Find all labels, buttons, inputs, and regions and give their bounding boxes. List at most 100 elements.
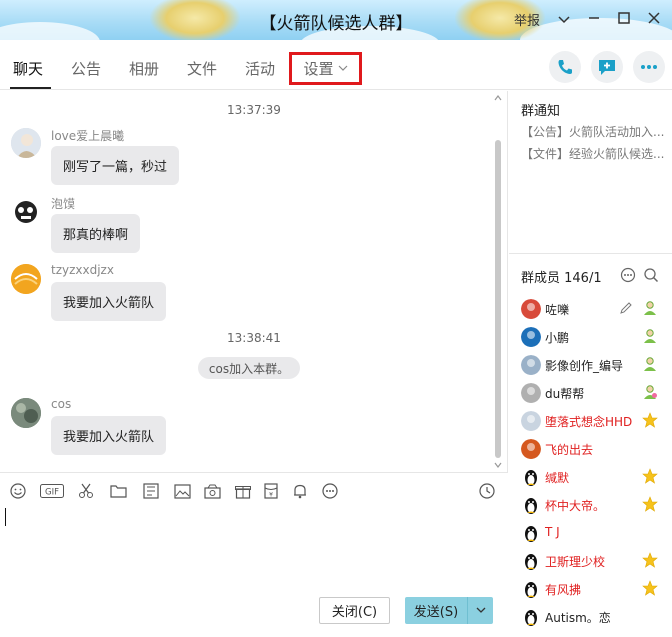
tab-activity[interactable]: 活动	[245, 58, 275, 79]
message-sender: tzyzxxdjzx	[51, 263, 114, 277]
scissors-icon[interactable]	[77, 482, 95, 500]
search-icon[interactable]	[643, 267, 659, 287]
title-bar: 【火箭队候选人群】 举报	[0, 0, 672, 40]
chevron-down-icon	[338, 65, 347, 71]
notice-item[interactable]: 【文件】经验火箭队候选...	[521, 145, 667, 162]
member-avatar	[521, 299, 541, 319]
input-toolbar: GIF ¥	[0, 472, 508, 508]
star-icon	[641, 467, 659, 485]
member-row[interactable]: 咗嚛	[509, 295, 672, 323]
notice-title: 群通知	[521, 104, 561, 119]
member-row[interactable]: 有风拂	[509, 575, 672, 603]
member-avatar	[521, 523, 541, 543]
phone-button[interactable]	[549, 51, 581, 83]
scroll-down-icon[interactable]	[494, 460, 502, 471]
member-row[interactable]: T J	[509, 519, 672, 547]
member-avatar	[521, 439, 541, 459]
send-options-chevron-icon[interactable]	[468, 607, 493, 614]
chat-scrollbar[interactable]	[495, 140, 501, 458]
avatar[interactable]	[11, 197, 41, 227]
member-avatar	[521, 383, 541, 403]
shake-icon[interactable]	[203, 482, 221, 500]
member-row[interactable]: 堕落式想念HHD	[509, 407, 672, 435]
tab-settings-label: 设置	[303, 60, 334, 78]
member-name: 堕落式想念HHD	[545, 415, 633, 429]
tab-files[interactable]: 文件	[187, 58, 217, 79]
member-row[interactable]: 飞的出去	[509, 435, 672, 463]
message-timestamp: 13:37:39	[227, 103, 281, 117]
member-role-icon	[641, 327, 659, 345]
minimize-icon[interactable]	[588, 12, 600, 28]
message-bubble: 刚写了一篇，秒过	[51, 146, 179, 185]
send-button[interactable]: 发送(S)	[405, 597, 493, 624]
message-timestamp: 13:38:41	[227, 331, 281, 345]
star-icon	[641, 551, 659, 569]
active-tab-indicator	[10, 87, 51, 89]
image-text-icon[interactable]	[142, 482, 160, 500]
member-manage-icon[interactable]	[620, 267, 636, 287]
history-icon[interactable]	[478, 482, 496, 500]
close-button[interactable]: 关闭(C)	[319, 597, 390, 624]
add-message-button[interactable]	[591, 51, 623, 83]
svg-text:¥: ¥	[269, 492, 273, 499]
member-panel: 群成员 146/1 咗嚛小鹏影像创作_编导 du帮帮堕落式想念HHD 飞的出去缄默杯…	[509, 255, 672, 637]
message-sender: 泡馍	[51, 197, 76, 211]
member-row[interactable]: 缄默	[509, 463, 672, 491]
member-row[interactable]: 影像创作_编导	[509, 351, 672, 379]
message-sender: love爱上晨曦	[51, 129, 125, 143]
member-name: 咗嚛	[545, 303, 570, 317]
maximize-icon[interactable]	[618, 11, 630, 28]
member-avatar	[521, 327, 541, 347]
gif-button[interactable]: GIF	[40, 482, 64, 500]
member-row[interactable]: Autism。恋	[509, 603, 672, 631]
avatar[interactable]	[11, 128, 41, 158]
member-count: 群成员 146/1	[521, 271, 602, 286]
image-icon[interactable]	[173, 482, 191, 500]
add-message-icon	[599, 60, 615, 75]
avatar[interactable]	[11, 398, 41, 428]
member-name: 卫斯理少校	[545, 555, 606, 569]
member-role-icon	[641, 383, 659, 401]
close-icon[interactable]	[648, 11, 660, 28]
avatar[interactable]	[11, 264, 41, 294]
gif-icon-label: GIF	[45, 488, 59, 498]
message-bubble: 我要加入火箭队	[51, 416, 166, 455]
chevron-down-icon[interactable]	[558, 12, 570, 28]
notice-item[interactable]: 【公告】火箭队活动加入...	[521, 123, 667, 140]
member-name: T J	[545, 525, 560, 539]
member-row[interactable]: du帮帮	[509, 379, 672, 407]
member-name: 影像创作_编导	[545, 359, 624, 373]
message-bubble: 那真的棒啊	[51, 214, 140, 253]
member-row[interactable]: 小鹏	[509, 323, 672, 351]
member-row[interactable]: 杯中大帝。	[509, 491, 672, 519]
star-icon	[641, 579, 659, 597]
member-avatar	[521, 411, 541, 431]
emoji-icon[interactable]	[9, 482, 27, 500]
send-button-label: 发送(S)	[413, 605, 459, 620]
member-avatar	[521, 607, 541, 627]
member-name: 小鹏	[545, 331, 570, 345]
gift-icon[interactable]	[234, 482, 252, 500]
tab-announcement[interactable]: 公告	[71, 58, 101, 79]
message-sender: cos	[51, 397, 72, 411]
member-name: 有风拂	[545, 583, 582, 597]
edit-card-icon[interactable]	[619, 301, 633, 319]
report-button[interactable]: 举报	[514, 10, 540, 29]
member-name: 飞的出去	[545, 443, 594, 457]
more-icon	[641, 65, 657, 69]
scroll-up-icon[interactable]	[494, 93, 502, 104]
folder-icon[interactable]	[109, 482, 127, 500]
more-button[interactable]	[633, 51, 665, 83]
member-avatar	[521, 355, 541, 375]
member-role-icon	[641, 299, 659, 317]
tab-chat[interactable]: 聊天	[13, 58, 43, 79]
bell-icon[interactable]	[291, 482, 309, 500]
red-packet-icon[interactable]: ¥	[262, 482, 280, 500]
tab-album[interactable]: 相册	[129, 58, 159, 79]
member-avatar	[521, 467, 541, 487]
member-avatar	[521, 579, 541, 599]
tab-settings[interactable]: 设置	[289, 52, 362, 85]
member-row[interactable]: 卫斯理少校	[509, 547, 672, 575]
member-name: du帮帮	[545, 387, 585, 401]
more-icon[interactable]	[321, 482, 339, 500]
